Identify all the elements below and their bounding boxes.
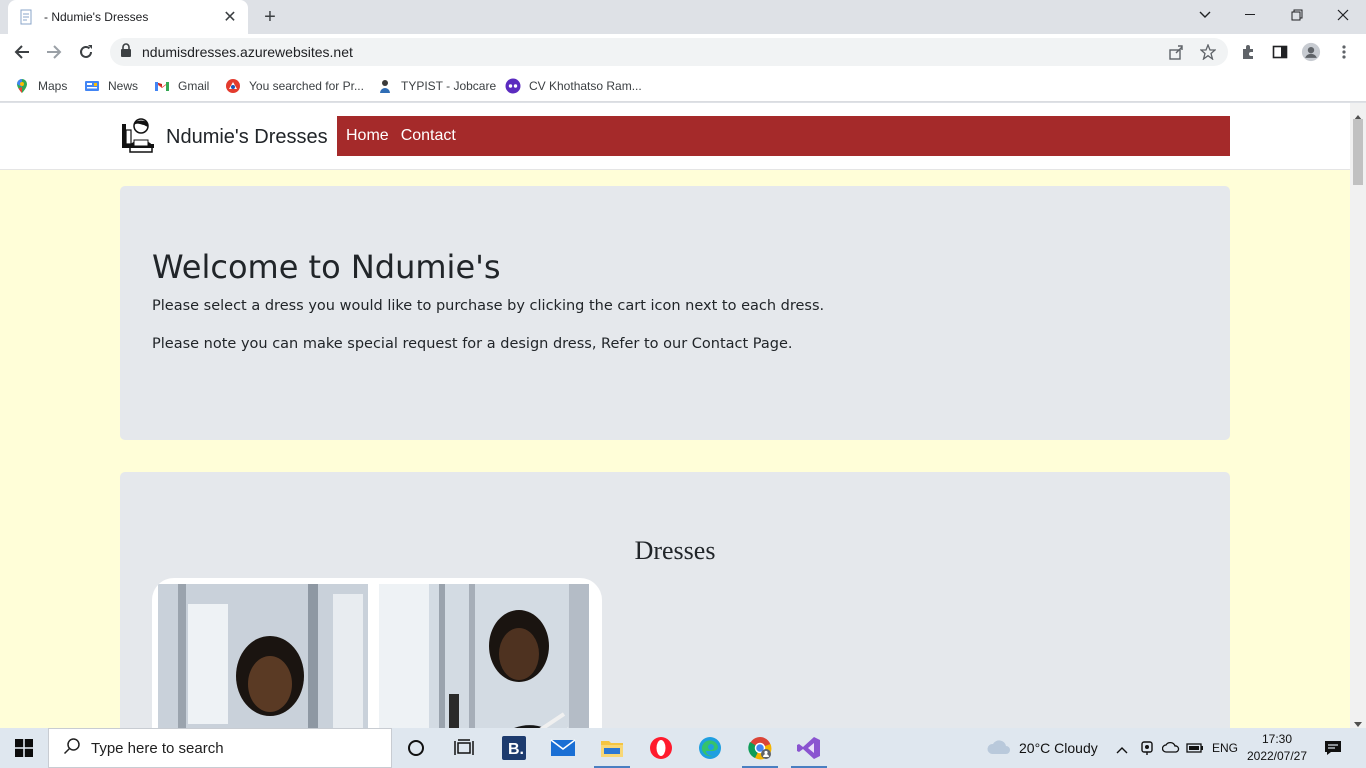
dress-photo[interactable] [158,584,368,728]
bookmark-label: News [108,79,139,93]
address-bar[interactable]: ndumisdresses.azurewebsites.net [110,38,1228,66]
welcome-jumbotron: Welcome to Ndumie's Please select a dres… [120,186,1230,440]
dresses-section: Dresses [120,472,1230,728]
maps-icon [14,78,30,94]
booking-app-icon[interactable]: B. [490,728,538,768]
back-icon[interactable] [10,40,34,64]
url-text: ndumisdresses.azurewebsites.net [142,44,353,60]
browser-tab[interactable]: - Ndumie's Dresses ✕ [8,0,248,34]
bookmark-label: TYPIST - Jobcare [401,79,497,93]
bookmark-gmail[interactable]: Gmail [154,76,209,96]
search-placeholder: Type here to search [91,739,224,757]
visual-studio-icon[interactable] [785,728,833,768]
notifications-icon[interactable] [1324,740,1342,761]
page-scrollbar[interactable] [1350,103,1366,728]
taskbar-clock[interactable]: 17:30 2022/07/27 [1244,731,1310,765]
browser-toolbar: ndumisdresses.azurewebsites.net [0,34,1366,70]
minimize-icon[interactable] [1228,0,1274,30]
close-window-icon[interactable] [1320,0,1366,30]
file-explorer-icon[interactable] [588,728,636,768]
page-viewport: Ndumie's Dresses Home Contact Welcome to… [0,103,1350,728]
welcome-text-line2: Please note you can make special request… [152,336,793,352]
dress-card[interactable] [152,578,602,728]
cortana-icon[interactable] [392,728,440,768]
site-icon [225,78,241,94]
tab-strip: - Ndumie's Dresses ✕ + [0,0,1366,34]
bookmark-news[interactable]: News [84,76,138,96]
close-tab-icon[interactable]: ✕ [222,7,238,27]
windows-taskbar: Type here to search B. 20°C Cloudy ENG 1… [0,728,1366,768]
share-icon[interactable] [1168,44,1184,60]
brand-name: Ndumie's Dresses [166,125,328,148]
scroll-down-icon[interactable] [1354,715,1362,727]
brand-logo-icon [120,116,156,159]
mail-icon[interactable] [539,728,587,768]
cv-icon [505,78,521,94]
clock-date: 2022/07/27 [1246,749,1308,763]
language-indicator[interactable]: ENG [1212,741,1238,755]
onedrive-icon[interactable] [1161,740,1180,759]
lock-icon[interactable] [120,42,132,62]
profile-avatar-icon[interactable] [1301,42,1321,62]
tray-chevron-up-icon[interactable] [1116,741,1128,759]
windows-start-icon[interactable] [0,728,48,768]
bookmark-label: CV Khothatso Ram... [529,79,642,93]
taskbar-search-box[interactable]: Type here to search [48,728,392,768]
chrome-icon[interactable] [736,728,784,768]
clock-time: 17:30 [1261,732,1293,746]
task-view-icon[interactable] [440,728,488,768]
weather-text[interactable]: 20°C Cloudy [1019,740,1098,756]
dress-photo[interactable] [379,584,589,728]
bookmark-label: You searched for Pr... [249,79,364,93]
bookmarks-bar: Maps News Gmail You searched for Pr... T… [0,70,1366,102]
main-nav: Home Contact [337,116,1230,156]
bookmark-maps[interactable]: Maps [14,76,67,96]
reload-icon[interactable] [74,40,98,64]
tab-title: - Ndumie's Dresses [44,10,149,24]
scroll-up-icon[interactable] [1354,107,1362,120]
bookmark-star-icon[interactable] [1199,43,1217,61]
restore-icon[interactable] [1274,0,1320,30]
nav-contact-link[interactable]: Contact [401,127,456,145]
bookmark-you-searched[interactable]: You searched for Pr... [225,76,364,96]
forward-icon[interactable] [42,40,66,64]
site-navbar: Ndumie's Dresses Home Contact [0,103,1350,170]
bookmark-label: Gmail [178,79,210,93]
new-tab-icon[interactable]: + [260,5,280,29]
jobcare-icon [377,78,393,94]
edge-icon[interactable] [686,728,734,768]
bookmark-label: Maps [38,79,68,93]
tab-search-icon[interactable] [1182,0,1228,30]
welcome-heading: Welcome to Ndumie's [152,248,501,286]
weather-cloud-icon[interactable] [986,738,1012,761]
news-icon [84,78,100,94]
dresses-heading: Dresses [634,536,716,565]
gmail-icon [154,78,170,94]
menu-dots-icon[interactable] [1334,42,1354,62]
svg-text:B.: B. [508,741,524,758]
search-icon [63,737,81,760]
nav-home-link[interactable]: Home [346,127,389,145]
extensions-icon[interactable] [1238,42,1258,62]
bookmark-typist-jobcare[interactable]: TYPIST - Jobcare [377,76,496,96]
meet-now-icon[interactable] [1140,740,1154,761]
bookmark-cv[interactable]: CV Khothatso Ram... [505,76,642,96]
scroll-thumb[interactable] [1353,119,1363,185]
welcome-text-line1: Please select a dress you would like to … [152,298,825,314]
side-panel-icon[interactable] [1270,42,1290,62]
battery-icon[interactable] [1186,741,1204,759]
page-icon [18,9,34,25]
brand-link[interactable]: Ndumie's Dresses [120,117,328,157]
opera-icon[interactable] [637,728,685,768]
